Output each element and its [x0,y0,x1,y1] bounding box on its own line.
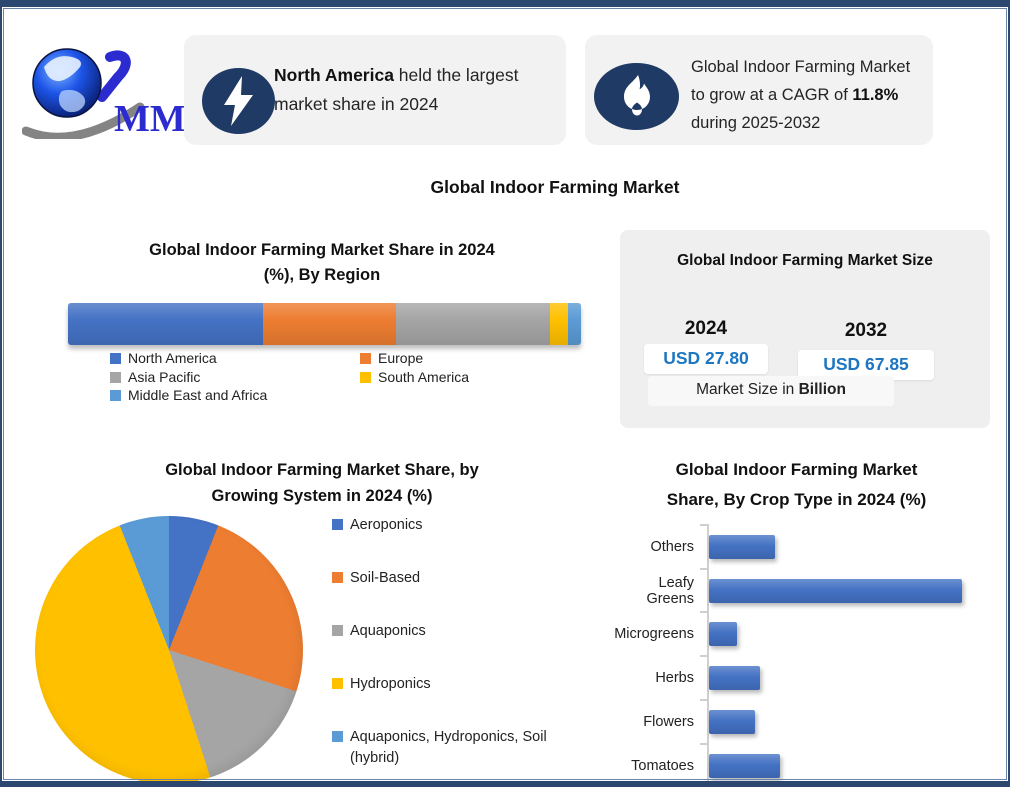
crop-label: Herbs [612,670,702,686]
region-legend-item-europe: Europe [360,349,580,368]
legend-label: Soil-Based [350,568,420,589]
legend-swatch-icon [332,519,343,530]
crop-bar-flowers [709,710,755,734]
crop-type-chart: Others Leafy Greens Microgreens Herbs Flower… [612,522,992,786]
legend-label: Europe [378,349,423,368]
mmr-logo: MMR [22,39,187,139]
market-size-box: Global Indoor Farming Market Size 2024 U… [620,230,990,428]
legend-swatch-icon [332,678,343,689]
crop-bar-herbs [709,666,760,690]
region-legend-item-north-america: North America [110,349,360,368]
growing-system-legend-item-soil-based: Soil-Based [332,568,570,589]
logo-two-swoosh [102,55,126,97]
crop-label: Others [612,539,702,555]
crop-row-tomatoes: Tomatoes [612,744,992,787]
crop-chart-title: Global Indoor Farming Market Share, By C… [639,455,954,515]
region-segment-south-america [550,303,568,345]
crop-label: Flowers [612,714,702,730]
flame-icon [594,63,679,130]
crop-row-others: Others [612,525,992,569]
region-stacked-bar [68,303,581,345]
legend-swatch-icon [360,353,371,364]
crop-bar-others [709,535,775,559]
market-size-year: 2024 [644,318,768,340]
logo-text: MMR [114,98,187,139]
legend-swatch-icon [332,572,343,583]
growing-system-legend-item-hydroponics: Hydroponics [332,674,570,695]
legend-label: Asia Pacific [128,368,200,387]
region-segment-asia-pacific [396,303,550,345]
legend-swatch-icon [360,372,371,383]
crop-bar-tomatoes [709,754,780,778]
region-legend-item-south-america: South America [360,368,580,387]
crop-axis-tick [700,699,708,701]
legend-label: Aeroponics [350,515,423,536]
legend-label: Aquaponics [350,621,426,642]
market-size-title: Global Indoor Farming Market Size [620,252,990,270]
region-chart-title: Global Indoor Farming Market Share in 20… [60,238,584,288]
region-legend-item-asia-pacific: Asia Pacific [110,368,360,387]
legend-swatch-icon [332,731,343,742]
growing-system-legend-item-aeroponics: Aeroponics [332,515,570,536]
region-legend: North America Europe Asia Pacific South Ame… [110,349,580,405]
pie-chart-title: Global Indoor Farming Market Share, by G… [60,457,584,509]
market-size-year: 2032 [798,320,934,342]
legend-swatch-icon [110,372,121,383]
crop-row-microgreens: Microgreens [612,612,992,656]
callout-north-america-text: North America held the largest market sh… [274,61,556,119]
crop-row-herbs: Herbs [612,656,992,700]
crop-label: Microgreens [612,626,702,642]
crop-row-leafy-greens: Leafy Greens [612,569,992,613]
market-size-2024: 2024 USD 27.80 [644,318,768,374]
market-size-value: USD 27.80 [644,344,768,374]
infographic-page: MMR North America held the largest marke… [0,0,1010,787]
market-size-caption: Market Size in Billion [648,376,894,406]
growing-system-legend-item-aquaponics-hydroponics-soil-hybrid: Aquaponics, Hydroponics, Soil (hybrid) [332,727,570,769]
legend-label: Middle East and Africa [128,386,267,405]
region-legend-item-middle-east-and-africa: Middle East and Africa [110,386,360,405]
crop-row-flowers: Flowers [612,700,992,744]
growing-system-pie [35,516,303,784]
crop-axis-tick [700,568,708,570]
crop-axis-tick [700,743,708,745]
growing-system-legend-item-aquaponics: Aquaponics [332,621,570,642]
legend-swatch-icon [110,353,121,364]
pie-legend: Aeroponics Soil-Based Aquaponics Hydroponic… [332,515,570,787]
crop-bar-microgreens [709,622,737,646]
callout-north-america: North America held the largest market sh… [184,35,566,145]
market-size-2032: 2032 USD 67.85 [798,320,934,380]
crop-axis-tick [700,524,708,526]
legend-label: South America [378,368,469,387]
region-segment-europe [263,303,396,345]
page-title: Global Indoor Farming Market [98,177,1010,198]
callout-cagr-text: Global Indoor Farming Market to grow at … [691,53,927,137]
legend-swatch-icon [110,390,121,401]
legend-label: Aquaponics, Hydroponics, Soil (hybrid) [350,727,570,769]
lightning-icon [202,68,275,134]
legend-swatch-icon [332,625,343,636]
region-segment-middle-east-and-africa [568,303,581,345]
crop-label: Tomatoes [612,758,702,774]
legend-label: Hydroponics [350,674,431,695]
crop-bar-leafy-greens [709,579,962,603]
legend-label: North America [128,349,217,368]
callout-cagr: Global Indoor Farming Market to grow at … [585,35,933,145]
region-segment-north-america [68,303,263,345]
crop-axis-tick [700,611,708,613]
crop-label: Leafy Greens [612,575,702,607]
crop-axis-tick [700,655,708,657]
